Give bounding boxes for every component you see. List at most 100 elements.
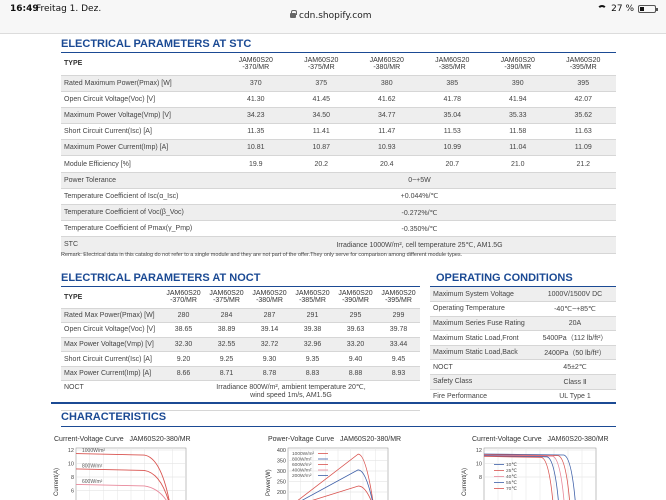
model-header: JAM60S20 -390/MR <box>485 53 551 76</box>
battery-percent: 27 % <box>611 4 634 14</box>
row-label: Power Tolerance <box>61 172 223 189</box>
row-value: 8.78 <box>248 366 291 382</box>
address-bar[interactable]: cdn.shopify.com <box>290 10 372 21</box>
row-value: 1000V/1500V DC <box>534 287 616 303</box>
stc-section-title: ELECTRICAL PARAMETERS AT STC <box>61 38 252 50</box>
stc-span-row: Temperature Coefficient of Voc(β_Voc) -0.… <box>61 204 616 222</box>
model-name: JAM60S20 <box>252 290 287 298</box>
row-value: 10.81 <box>223 139 289 157</box>
row-label: Safety Class <box>430 374 534 390</box>
chart2-legend-label: 800W/m² <box>292 457 312 463</box>
type-label: TYPE <box>61 287 162 309</box>
chart2-title: Power-Voltage Curve <box>268 436 335 443</box>
chart2-ytick: 200 <box>277 490 286 496</box>
row-value: Class Ⅱ <box>534 374 616 390</box>
row-value: 295 <box>334 308 377 324</box>
row-value: 21.2 <box>550 155 616 173</box>
status-time: 16:49 <box>10 4 39 14</box>
chart1-series-label: 1000W/m² <box>82 448 105 454</box>
row-value: 34.50 <box>288 107 354 125</box>
row-label: Maximum Power Current(Imp) [A] <box>61 139 223 157</box>
model-variant: -385/MR <box>299 297 326 305</box>
operating-section-title: OPERATING CONDITIONS <box>436 272 573 284</box>
row-value: -0.350%/℃ <box>223 220 616 238</box>
row-value: 41.62 <box>354 91 420 108</box>
chart3-ylabel: Current(A) <box>462 468 468 496</box>
noct-row: Short Circuit Current(Isc) [A] 9.20 9.25 9.… <box>61 351 420 367</box>
row-value: 395 <box>550 75 616 92</box>
row-value: 41.94 <box>485 91 551 108</box>
noct-row: Open Circuit Voltage(Voc) [V] 38.65 38.89 3… <box>61 322 420 338</box>
chart1-series-label: 600W/m² <box>82 479 103 485</box>
chart3-title: Current-Voltage Curve <box>472 436 542 443</box>
row-value: +0.044%/℃ <box>223 188 616 206</box>
stc-header-row: TYPE JAM60S20 -370/MR JAM60S20 -375/MR JAM60S… <box>61 53 616 76</box>
row-value: 32.55 <box>205 337 248 353</box>
chart3-heading: Current-Voltage Curve JAM60S20-380/MR <box>472 436 609 443</box>
model-variant: -370/MR <box>242 63 270 71</box>
chart3-legend-label: 25℃ <box>506 468 517 474</box>
model-header: JAM60S20 -385/MR <box>291 287 334 309</box>
stc-table: TYPE JAM60S20 -370/MR JAM60S20 -375/MR JAM60S… <box>61 53 616 254</box>
noct-section-title: ELECTRICAL PARAMETERS AT NOCT <box>61 272 261 284</box>
row-value: 9.35 <box>291 351 334 367</box>
stc-remark: Remark: Electrical data in this catalog … <box>61 252 463 258</box>
characteristics-title-rule <box>61 426 616 427</box>
chart1-ytick: 12 <box>68 448 74 454</box>
row-value: 41.45 <box>288 91 354 108</box>
stc-row: Maximum Power Current(Imp) [A] 10.81 10.87… <box>61 139 616 157</box>
row-value: 20A <box>534 316 616 332</box>
row-value: 8.93 <box>377 366 420 382</box>
battery-icon <box>638 5 658 13</box>
characteristics-top-rule <box>51 402 616 404</box>
row-value: 11.09 <box>550 139 616 157</box>
chart1-title: Current-Voltage Curve <box>54 436 124 443</box>
row-value: 41.78 <box>419 91 485 108</box>
noct-table: TYPE JAM60S20 -370/MR JAM60S20 -375/MR JAM60S… <box>61 287 420 412</box>
chart1-ytick: 10 <box>68 462 74 468</box>
pv-curve-chart: Power(W) 400 350 300 250 200 1000W/m²800W/m²60… <box>266 447 389 500</box>
row-value: 284 <box>205 308 248 324</box>
chart1-ylabel: Current(A) <box>54 468 60 496</box>
row-value: 20.2 <box>288 155 354 173</box>
row-value: 21.0 <box>485 155 551 173</box>
row-value: 299 <box>377 308 420 324</box>
row-label: Operating Temperature <box>430 301 534 317</box>
chart2-ytick: 300 <box>277 469 286 475</box>
chart1-subtitle: JAM60S20-380/MR <box>129 436 191 443</box>
stc-row: Rated Maximum Power(Pmax) [W] 370 375 380 38… <box>61 75 616 92</box>
model-variant: -390/MR <box>342 297 369 305</box>
model-name: JAM60S20 <box>435 56 470 64</box>
operating-row: NOCT 45±2℃ <box>430 359 616 376</box>
operating-row: Safety Class Class Ⅱ <box>430 374 616 390</box>
row-value: 287 <box>248 308 291 324</box>
row-value: 370 <box>223 75 289 92</box>
url-text: cdn.shopify.com <box>299 11 372 21</box>
row-value: 9.30 <box>248 351 291 367</box>
stc-row: Maximum Power Voltage(Vmp) [V] 34.23 34.50… <box>61 107 616 125</box>
status-bar: 16:49 Freitag 1. Dez. cdn.shopify.com 27… <box>0 0 666 34</box>
row-value: 11.53 <box>419 123 485 141</box>
model-variant: -370/MR <box>170 297 197 305</box>
chart3-ytick: 8 <box>479 475 482 481</box>
operating-row: Operating Temperature -40℃~+85℃ <box>430 301 616 317</box>
chart1-ytick: 8 <box>71 475 74 481</box>
row-value: 2400Pa（50 lb/ft²） <box>534 345 616 361</box>
chart2-legend-label: 200W/m² <box>292 473 312 479</box>
row-label: Max Power Voltage(Vmp) [V] <box>61 337 162 353</box>
model-name: JAM60S20 <box>381 290 416 298</box>
row-value: 39.78 <box>377 322 420 338</box>
row-value: 9.40 <box>334 351 377 367</box>
row-value: 390 <box>485 75 551 92</box>
row-value: 39.14 <box>248 322 291 338</box>
chart3-legend-label: 55℃ <box>506 480 517 486</box>
row-label: Maximum Series Fuse Rating <box>430 316 534 332</box>
noct-conditions-value: Irradiance 800W/m², ambient temperature … <box>162 380 420 412</box>
row-label: Temperature Coefficient of Pmax(γ_Pmp) <box>61 220 223 238</box>
chart2-heading: Power-Voltage Curve JAM60S20-380/MR <box>268 436 401 443</box>
status-indicators: 27 % <box>597 4 658 14</box>
model-header: JAM60S20 -375/MR <box>288 53 354 76</box>
row-value: 11.58 <box>485 123 551 141</box>
model-variant: -395/MR <box>385 297 412 305</box>
model-header: JAM60S20 -385/MR <box>419 53 485 76</box>
